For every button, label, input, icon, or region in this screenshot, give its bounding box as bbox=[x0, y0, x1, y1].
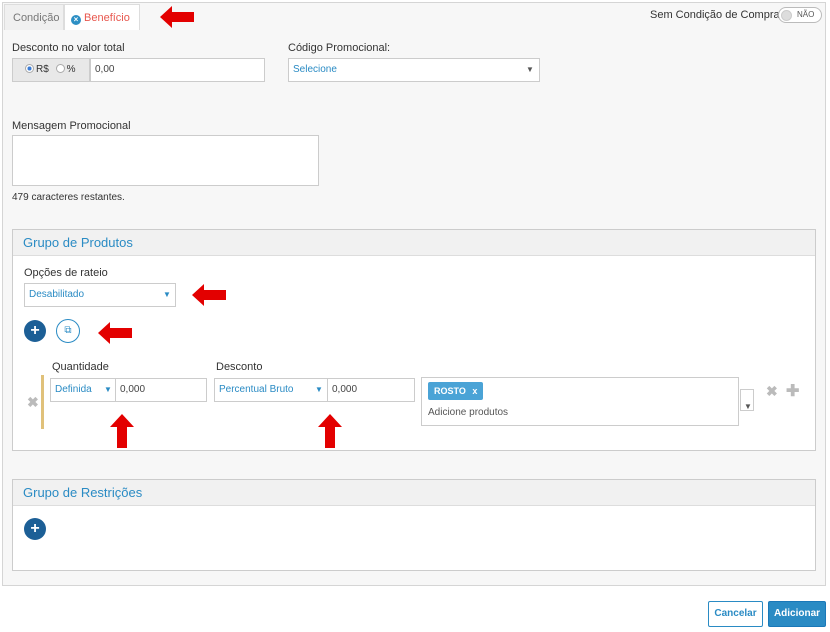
discount-total-input[interactable]: 0,00 bbox=[90, 58, 265, 82]
chevron-down-icon: ▼ bbox=[104, 385, 112, 394]
discount-type-select[interactable]: Percentual Bruto bbox=[214, 378, 328, 402]
chevron-down-icon: ▼ bbox=[526, 65, 534, 74]
promo-code-selected: Selecione bbox=[293, 64, 337, 75]
copy-icon: ⧉ bbox=[64, 325, 72, 336]
products-placeholder: Adicione produtos bbox=[428, 407, 509, 418]
quantity-type-selected: Definida bbox=[55, 384, 92, 395]
promo-message-label: Mensagem Promocional bbox=[12, 120, 131, 132]
close-circle-icon: × bbox=[71, 15, 81, 25]
tab-beneficio-label: Benefício bbox=[84, 12, 130, 24]
toggle-knob bbox=[781, 10, 792, 21]
radio-percent-label: % bbox=[66, 64, 76, 75]
add-button[interactable]: Adicionar bbox=[768, 601, 826, 627]
rateio-label: Opções de rateio bbox=[24, 267, 108, 279]
toggle-label: Sem Condição de Compra bbox=[650, 9, 780, 21]
tab-condicao[interactable]: Condição bbox=[4, 4, 64, 30]
promo-code-label: Código Promocional: bbox=[288, 42, 391, 54]
red-arrow-left-icon bbox=[98, 322, 132, 344]
radio-rs[interactable] bbox=[25, 64, 34, 73]
tab-beneficio[interactable]: × Benefício bbox=[64, 4, 140, 30]
remaining-chars-text: 479 caracteres restantes. bbox=[12, 192, 125, 203]
quantity-label: Quantidade bbox=[52, 361, 109, 373]
restrictions-group-section: Grupo de Restrições bbox=[12, 479, 816, 571]
red-arrow-up-icon bbox=[110, 414, 134, 448]
rateio-select[interactable]: Desabilitado bbox=[24, 283, 176, 307]
remove-row-icon[interactable]: ✖ bbox=[766, 383, 778, 400]
toggle-value: NÃO bbox=[797, 10, 815, 19]
promo-message-textarea[interactable] bbox=[12, 135, 319, 186]
red-arrow-left-icon bbox=[192, 284, 226, 306]
red-arrow-up-icon bbox=[318, 414, 342, 448]
product-tag-label: ROSTO bbox=[434, 386, 466, 396]
sem-condicao-toggle[interactable]: NÃO bbox=[778, 7, 822, 23]
quantity-input[interactable]: 0,000 bbox=[115, 378, 207, 402]
red-arrow-left-icon bbox=[160, 6, 194, 28]
add-row-icon[interactable]: ✚ bbox=[786, 381, 799, 401]
add-restriction-button[interactable]: + bbox=[24, 518, 46, 540]
currency-radio-group: R$ % bbox=[12, 58, 90, 82]
rateio-selected: Desabilitado bbox=[29, 289, 85, 300]
add-product-button[interactable]: + bbox=[24, 320, 46, 342]
restrictions-group-title: Grupo de Restrições bbox=[13, 480, 815, 506]
discount-input[interactable]: 0,000 bbox=[327, 378, 415, 402]
discount-label: Desconto bbox=[216, 361, 263, 373]
radio-percent[interactable] bbox=[55, 64, 65, 73]
chevron-down-icon: ▼ bbox=[163, 290, 171, 299]
tag-remove-icon[interactable]: x bbox=[472, 386, 477, 396]
chevron-down-icon: ▼ bbox=[315, 385, 323, 394]
product-tag: ROSTO x bbox=[428, 382, 484, 400]
products-dropdown-button[interactable]: ▼ bbox=[740, 389, 754, 411]
chevron-down-icon: ▼ bbox=[744, 402, 752, 411]
product-group-title: Grupo de Produtos bbox=[13, 230, 815, 256]
promo-code-select[interactable]: Selecione bbox=[288, 58, 540, 82]
row-indicator bbox=[41, 375, 44, 429]
discount-type-selected: Percentual Bruto bbox=[219, 384, 294, 395]
copy-button[interactable]: ⧉ bbox=[56, 319, 80, 343]
remove-row-icon[interactable]: ✖ bbox=[27, 394, 39, 411]
cancel-button[interactable]: Cancelar bbox=[708, 601, 763, 627]
discount-total-label: Desconto no valor total bbox=[12, 42, 125, 54]
radio-rs-label: R$ bbox=[36, 64, 49, 75]
